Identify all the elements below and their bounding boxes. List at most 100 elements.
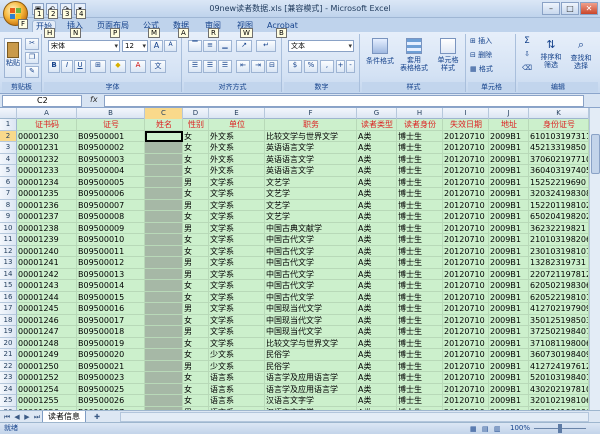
- table-cell[interactable]: A类: [357, 130, 397, 142]
- decrease-indent-icon[interactable]: ⇤: [236, 60, 250, 73]
- table-cell[interactable]: 20120710: [443, 314, 489, 326]
- table-cell[interactable]: 女: [183, 349, 209, 361]
- table-cell[interactable]: B09500002: [77, 142, 145, 154]
- table-cell[interactable]: B09500015: [77, 291, 145, 303]
- table-cell[interactable]: 博士生: [397, 372, 443, 384]
- align-left-icon[interactable]: ☰: [188, 60, 202, 73]
- row-header[interactable]: 17: [0, 303, 17, 315]
- table-cell[interactable]: 博士生: [397, 153, 443, 165]
- table-cell[interactable]: [145, 349, 183, 361]
- find-select-button[interactable]: ⌕ 查找和 选择: [566, 36, 596, 80]
- view-layout-icon[interactable]: ▤: [482, 424, 489, 434]
- table-cell[interactable]: 20120710: [443, 337, 489, 349]
- table-cell[interactable]: A类: [357, 303, 397, 315]
- currency-icon[interactable]: $: [288, 60, 302, 73]
- table-cell[interactable]: 文学系: [209, 303, 265, 315]
- minimize-icon[interactable]: –: [542, 2, 560, 15]
- table-cell[interactable]: [145, 130, 183, 142]
- table-cell[interactable]: A类: [357, 199, 397, 211]
- table-cell[interactable]: 370602197710: [529, 153, 589, 165]
- shrink-font-icon[interactable]: A: [164, 40, 177, 52]
- table-cell[interactable]: 中国古代文学: [265, 291, 357, 303]
- format-cells-button[interactable]: ▦ 格式: [470, 64, 514, 77]
- table-cell[interactable]: 文学系: [209, 257, 265, 269]
- table-cell[interactable]: 文艺学: [265, 211, 357, 223]
- insert-cells-button[interactable]: ⊞ 插入: [470, 36, 514, 49]
- table-cell[interactable]: [145, 211, 183, 223]
- table-cell[interactable]: A类: [357, 211, 397, 223]
- table-cell[interactable]: A类: [357, 337, 397, 349]
- autosum-icon[interactable]: Σ: [520, 36, 534, 48]
- table-cell[interactable]: 女: [183, 211, 209, 223]
- table-cell[interactable]: 女: [183, 165, 209, 177]
- table-cell[interactable]: 20120710: [443, 360, 489, 372]
- table-cell[interactable]: 中国古典文献学: [265, 222, 357, 234]
- bold-icon[interactable]: B: [48, 60, 60, 73]
- wrap-text-icon[interactable]: ↵: [256, 40, 276, 52]
- table-cell[interactable]: 2009B1: [489, 303, 529, 315]
- table-cell[interactable]: 文学系: [209, 176, 265, 188]
- font-size-select[interactable]: 12: [122, 40, 148, 52]
- table-cell[interactable]: 博士生: [397, 165, 443, 177]
- table-cell[interactable]: A类: [357, 326, 397, 338]
- table-cell[interactable]: [145, 165, 183, 177]
- table-cell[interactable]: 博士生: [397, 257, 443, 269]
- table-cell[interactable]: [145, 395, 183, 407]
- format-painter-icon[interactable]: ✎: [25, 66, 39, 78]
- table-cell[interactable]: 文学系: [209, 337, 265, 349]
- underline-icon[interactable]: U: [74, 60, 86, 73]
- table-cell[interactable]: 博士生: [397, 199, 443, 211]
- table-cell[interactable]: 2009B1: [489, 234, 529, 246]
- row-header[interactable]: 7: [0, 188, 17, 200]
- table-cell[interactable]: 20120710: [443, 130, 489, 142]
- table-cell[interactable]: 00001250: [17, 360, 77, 372]
- table-cell[interactable]: 00001238: [17, 222, 77, 234]
- table-cell[interactable]: 2009B1: [489, 165, 529, 177]
- table-cell[interactable]: 45213319850: [529, 142, 589, 154]
- table-cell[interactable]: 中国古代文学: [265, 280, 357, 292]
- table-cell[interactable]: 152201198102: [529, 199, 589, 211]
- table-cell[interactable]: 中国古代文学: [265, 245, 357, 257]
- row-header[interactable]: 23: [0, 372, 17, 384]
- next-sheet-icon[interactable]: ▶: [22, 412, 32, 422]
- copy-icon[interactable]: ❐: [25, 52, 39, 64]
- table-cell[interactable]: 博士生: [397, 349, 443, 361]
- prev-sheet-icon[interactable]: ◀: [12, 412, 22, 422]
- table-cell[interactable]: 男: [183, 360, 209, 372]
- table-cell[interactable]: 2009B1: [489, 153, 529, 165]
- table-cell[interactable]: 语言系: [209, 372, 265, 384]
- table-cell[interactable]: [145, 234, 183, 246]
- row-header[interactable]: 3: [0, 142, 17, 154]
- table-cell[interactable]: 女: [183, 245, 209, 257]
- table-cell[interactable]: 文艺学: [265, 199, 357, 211]
- table-cell[interactable]: 博士生: [397, 303, 443, 315]
- table-cell[interactable]: [145, 222, 183, 234]
- table-cell[interactable]: 20120710: [443, 211, 489, 223]
- table-cell[interactable]: 20120710: [443, 153, 489, 165]
- table-cell[interactable]: 2009B1: [489, 326, 529, 338]
- table-cell[interactable]: B09500020: [77, 349, 145, 361]
- table-cell[interactable]: 00001243: [17, 280, 77, 292]
- table-cell[interactable]: 15252219690: [529, 176, 589, 188]
- table-cell[interactable]: 博士生: [397, 314, 443, 326]
- table-cell[interactable]: B09500003: [77, 153, 145, 165]
- orientation-icon[interactable]: ↗: [236, 40, 252, 52]
- table-cell[interactable]: 371081198006: [529, 337, 589, 349]
- table-cell[interactable]: 00001236: [17, 199, 77, 211]
- table-cell[interactable]: B09500017: [77, 314, 145, 326]
- row-header[interactable]: 14: [0, 268, 17, 280]
- header-cell[interactable]: 证书码: [17, 119, 77, 131]
- table-cell[interactable]: 英语语言文学: [265, 165, 357, 177]
- table-cell[interactable]: [145, 268, 183, 280]
- select-all-corner[interactable]: [0, 108, 17, 119]
- row-header[interactable]: 12: [0, 245, 17, 257]
- table-cell[interactable]: 00001230: [17, 130, 77, 142]
- row-header[interactable]: 6: [0, 176, 17, 188]
- first-sheet-icon[interactable]: ⏮: [2, 412, 12, 422]
- table-cell[interactable]: 36232219821: [529, 222, 589, 234]
- column-header-H[interactable]: H: [397, 108, 443, 119]
- table-cell[interactable]: 412724197612: [529, 360, 589, 372]
- table-cell[interactable]: 博士生: [397, 222, 443, 234]
- table-cell[interactable]: 2009B1: [489, 188, 529, 200]
- table-cell[interactable]: 文学系: [209, 234, 265, 246]
